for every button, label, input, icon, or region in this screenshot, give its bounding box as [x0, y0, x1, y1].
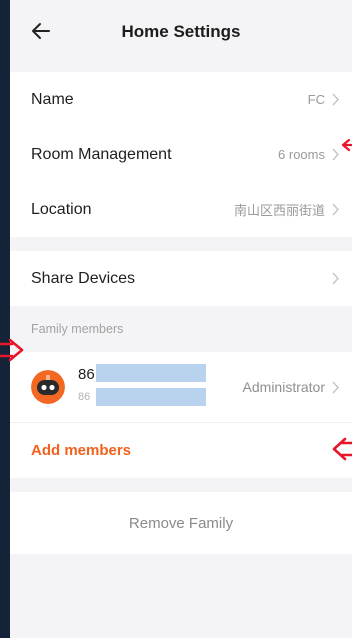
add-members-label: Add members [31, 442, 132, 459]
name-row[interactable]: Name FC [10, 72, 352, 127]
share-card: Share Devices [10, 251, 352, 306]
annotation-arrow-icon [341, 138, 352, 152]
location-row[interactable]: Location 南山区西丽街道 [10, 182, 352, 237]
chevron-right-icon [332, 272, 339, 285]
name-label: Name [31, 90, 74, 108]
chevron-right-icon [332, 93, 339, 106]
remove-family-label: Remove Family [128, 514, 234, 532]
annotation-arrow-icon [332, 437, 352, 461]
location-label: Location [31, 200, 92, 218]
member-role: Administrator [242, 379, 325, 395]
share-devices-label: Share Devices [31, 269, 136, 287]
member-info: 86 86 [78, 364, 243, 410]
member-row[interactable]: 86 86 Administrator [10, 352, 352, 423]
redaction-box [96, 388, 206, 406]
room-management-label: Room Management [31, 145, 172, 163]
header: Home Settings [10, 0, 352, 62]
add-members-button[interactable]: Add members [10, 423, 352, 478]
home-info-card: Name FC Room Management 6 rooms Location… [10, 72, 352, 237]
redaction-box [96, 364, 206, 382]
chevron-right-icon [332, 203, 339, 216]
remove-family-button[interactable]: Remove Family [10, 492, 352, 554]
member-name: 86 [78, 366, 95, 383]
name-value: FC [307, 92, 325, 107]
page-title: Home Settings [121, 22, 241, 41]
robot-avatar-icon [31, 370, 65, 404]
chevron-right-icon [332, 148, 339, 161]
share-devices-row[interactable]: Share Devices [10, 251, 352, 306]
annotation-arrow-icon [0, 338, 24, 362]
family-members-heading: Family members [10, 306, 352, 352]
member-account: 86 [78, 391, 91, 403]
room-management-value: 6 rooms [278, 147, 325, 162]
chevron-right-icon [332, 381, 339, 393]
app-screen: Home Settings Name FC Room Management 6 … [10, 0, 352, 638]
room-management-row[interactable]: Room Management 6 rooms [10, 127, 352, 182]
location-value: 南山区西丽街道 [233, 203, 325, 218]
